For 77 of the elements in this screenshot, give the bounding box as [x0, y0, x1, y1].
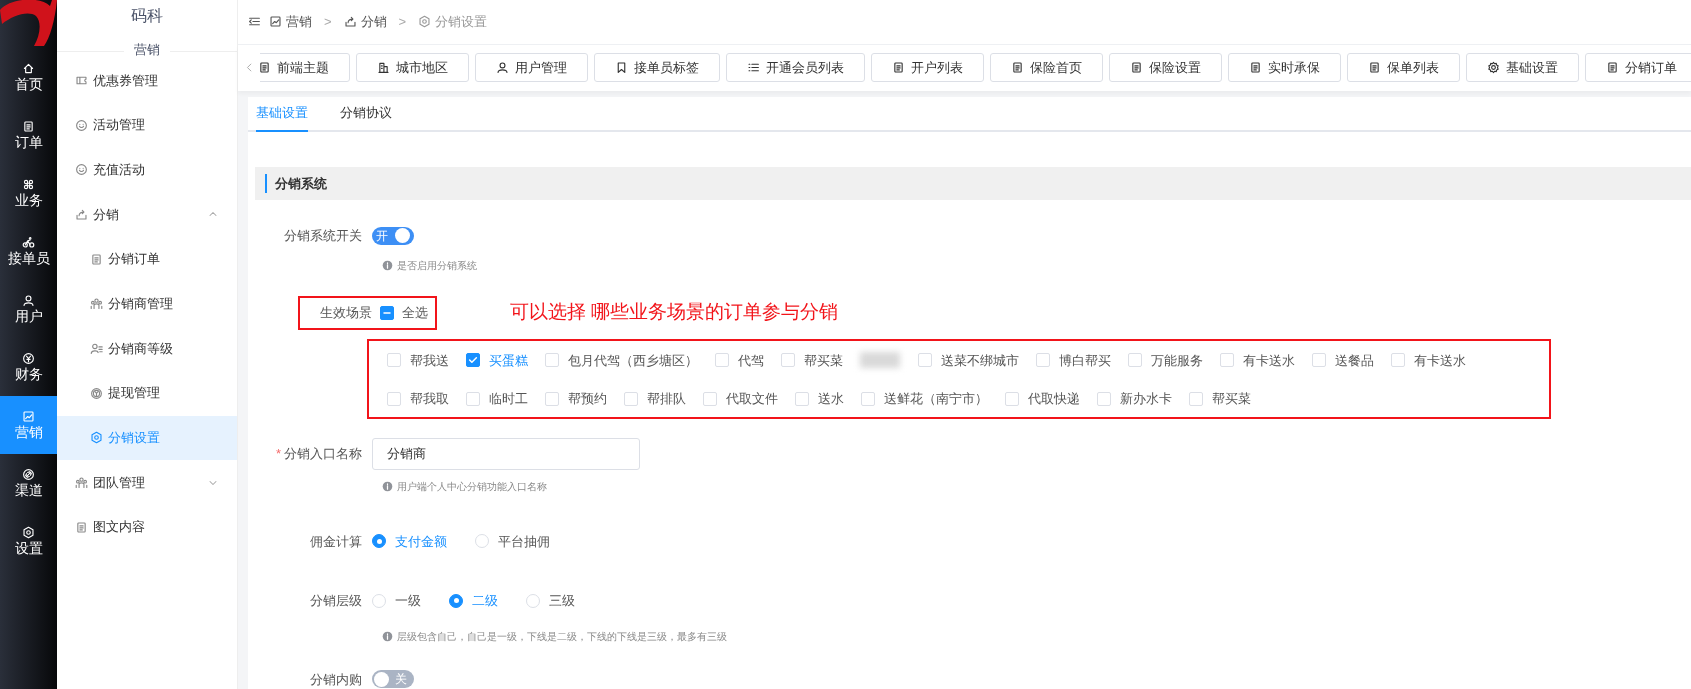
breadcrumb-link[interactable]: 营销 — [286, 12, 312, 32]
page-tab[interactable]: 保单列表 — [1347, 53, 1460, 83]
checkbox-label: 帮买菜 — [804, 351, 843, 370]
checkbox-label: 博白帮买 — [1059, 351, 1111, 370]
checkbox-label: 代驾 — [738, 351, 764, 370]
checkbox-label: 帮排队 — [647, 390, 686, 408]
page-tab[interactable]: 开通会员列表 — [726, 53, 865, 83]
menu-item[interactable]: 提现管理 — [57, 370, 237, 416]
section-title: 营销 — [124, 42, 170, 57]
menu-item[interactable]: 分销订单 — [57, 236, 237, 282]
page-tab[interactable]: 实时承保 — [1228, 53, 1341, 83]
checkbox-label: 帮我取 — [410, 390, 449, 408]
checkbox-label: 包月代驾（西乡塘区） — [568, 351, 698, 370]
menu-item[interactable]: 分销商管理 — [57, 281, 237, 327]
annotation-text: 可以选择 哪些业务场景的订单参与分销 — [510, 300, 839, 325]
checkbox-label: 送鲜花（南宁市） — [884, 390, 988, 408]
page-tab[interactable]: 前端主题 — [260, 53, 350, 83]
text-field[interactable]: 分销商 — [372, 437, 640, 470]
page-tab[interactable]: 城市地区 — [356, 53, 469, 83]
checkbox-label: 代取快递 — [1028, 390, 1080, 408]
nav-item[interactable]: 接单员 — [0, 222, 57, 280]
menu-item[interactable]: 团队管理 — [57, 460, 237, 505]
page-tab[interactable]: 开户列表 — [871, 53, 984, 83]
menu-item[interactable]: 图文内容 — [57, 504, 237, 550]
menu-item[interactable]: 分销 — [57, 192, 237, 237]
checkbox-label: 送餐品 — [1335, 351, 1374, 370]
nav-item[interactable]: 业务 — [0, 164, 57, 222]
page-tab[interactable]: 分销订单 — [1585, 53, 1691, 83]
breadcrumb-link[interactable]: 分销 — [360, 12, 387, 32]
radio-label: 三级 — [549, 592, 575, 610]
field-label: 分销系统开关 — [284, 228, 362, 243]
field-label: * 分销入口名称 — [275, 445, 362, 461]
separator: > — [324, 13, 332, 31]
checkbox-label: 帮预约 — [568, 390, 607, 408]
checkbox-label: 送菜不绑城市 — [941, 351, 1019, 370]
checkbox-label: 有卡送水 — [1414, 351, 1466, 370]
hint-text: 层级包含自己，自己是一级，下线是二级，下线的下线是三级，最多有三级 — [397, 629, 727, 644]
checkbox-label: 有卡送水 — [1243, 351, 1295, 370]
menu-item[interactable]: 分销商等级 — [57, 326, 237, 371]
menu-item[interactable]: 活动管理 — [57, 102, 237, 148]
page-tab[interactable]: 用户管理 — [475, 53, 588, 83]
page-tab[interactable]: 保险首页 — [990, 53, 1103, 83]
menu-item[interactable]: 充值活动 — [57, 147, 237, 193]
radio-label: 平台抽佣 — [498, 532, 550, 551]
page-tab[interactable]: 基础设置 — [1466, 53, 1579, 83]
checkbox-label: 送水 — [818, 390, 844, 408]
checkbox-label: 代取文件 — [726, 390, 778, 408]
checkbox-label: 帮我送 — [410, 351, 449, 370]
menu-item[interactable]: 优惠券管理 — [57, 58, 237, 103]
hint-text: 用户端个人中心分销功能入口名称 — [397, 479, 547, 494]
field-label: 分销层级 — [310, 593, 362, 608]
nav-item[interactable]: 首页 — [0, 48, 57, 106]
separator: > — [398, 13, 407, 31]
required-mark: * — [275, 445, 281, 461]
app-title: 码科 — [130, 6, 164, 26]
checkbox-label: 全选 — [402, 303, 428, 322]
checkbox-label: 帮买菜 — [1212, 390, 1251, 408]
nav-item[interactable]: 渠道 — [0, 454, 57, 512]
checkbox-label: 买蛋糕 — [489, 351, 528, 370]
nav-item[interactable]: 财务 — [0, 338, 57, 396]
hint-text: 是否启用分销系统 — [397, 258, 477, 273]
field-label: 生效场景 — [320, 303, 372, 322]
nav-item[interactable]: 用户 — [0, 280, 57, 338]
page-tab[interactable]: 接单员标签 — [594, 53, 720, 83]
checkbox-label: 新办水卡 — [1120, 390, 1172, 408]
checkbox-label: 临时工 — [489, 390, 528, 408]
nav-item[interactable]: 设置 — [0, 512, 57, 570]
checkbox-label: 万能服务 — [1151, 351, 1203, 370]
field-label: 佣金计算 — [310, 533, 362, 549]
page-tab[interactable]: 保险设置 — [1109, 53, 1222, 83]
radio-label: 支付金额 — [395, 532, 447, 551]
radio-label: 一级 — [395, 592, 421, 610]
field-label: 分销内购 — [310, 671, 362, 687]
tab[interactable]: 分销协议 — [340, 102, 392, 132]
section-title: 分销系统 — [265, 174, 327, 193]
radio-label: 二级 — [472, 592, 498, 610]
nav-item[interactable]: 订单 — [0, 106, 57, 164]
